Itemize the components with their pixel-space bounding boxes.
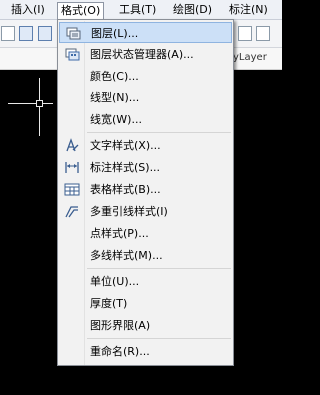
menu-item-layer-state-manager[interactable]: 图层状态管理器(A)... <box>59 44 232 65</box>
crosshair-horizontal <box>8 103 53 104</box>
menu-item-lineweight[interactable]: 线宽(W)... <box>59 109 232 130</box>
crosshair-vertical <box>39 78 40 136</box>
format-menu-dropdown: 图层(L)... 图层状态管理器(A)... 颜色(C)... 线型(N)...… <box>57 19 234 366</box>
match-properties-icon[interactable] <box>38 26 52 41</box>
linetype-dropdown[interactable]: yLayer <box>233 52 267 63</box>
menu-dimension[interactable]: 标注(N) <box>226 2 271 19</box>
menu-draw[interactable]: 绘图(D) <box>170 2 215 19</box>
menu-item-layer[interactable]: 图层(L)... <box>59 22 232 43</box>
menu-item-thickness[interactable]: 厚度(T) <box>59 293 232 314</box>
menu-item-text-style[interactable]: 文字样式(X)... <box>59 135 232 156</box>
menu-separator <box>87 132 231 133</box>
menu-insert[interactable]: 插入(I) <box>8 2 48 19</box>
menu-item-rename[interactable]: 重命名(R)... <box>59 341 232 362</box>
text-style-icon <box>66 138 79 152</box>
menu-item-units[interactable]: 单位(U)... <box>59 271 232 292</box>
menu-format[interactable]: 格式(O) <box>57 2 105 20</box>
menu-item-dimension-style[interactable]: 标注样式(S)... <box>59 157 232 178</box>
menu-item-linetype[interactable]: 线型(N)... <box>59 87 232 108</box>
menu-item-color[interactable]: 颜色(C)... <box>59 66 232 87</box>
menu-tools[interactable]: 工具(T) <box>116 2 159 19</box>
pickbox <box>36 100 43 107</box>
menu-item-table-style[interactable]: 表格样式(B)... <box>59 179 232 200</box>
menu-item-drawing-limits[interactable]: 图形界限(A) <box>59 315 232 336</box>
menu-item-point-style[interactable]: 点样式(P)... <box>59 223 232 244</box>
paste-icon[interactable] <box>19 26 33 41</box>
table-style-icon <box>64 183 80 196</box>
menu-item-multiline-style[interactable]: 多线样式(M)... <box>59 245 232 266</box>
multileader-style-icon <box>65 206 78 218</box>
menu-separator <box>87 338 231 339</box>
toolbar-icon-a[interactable] <box>238 26 252 41</box>
menu-separator <box>87 268 231 269</box>
menu-bar: 插入(I) 格式(O) 工具(T) 绘图(D) 标注(N) <box>0 0 282 20</box>
new-file-icon[interactable] <box>1 26 15 41</box>
layer-icon <box>66 27 81 40</box>
toolbar-icon-b[interactable] <box>256 26 270 41</box>
menu-item-multileader-style[interactable]: 多重引线样式(I) <box>59 201 232 222</box>
layer-state-manager-icon <box>65 48 80 61</box>
dimension-style-icon <box>65 162 79 173</box>
